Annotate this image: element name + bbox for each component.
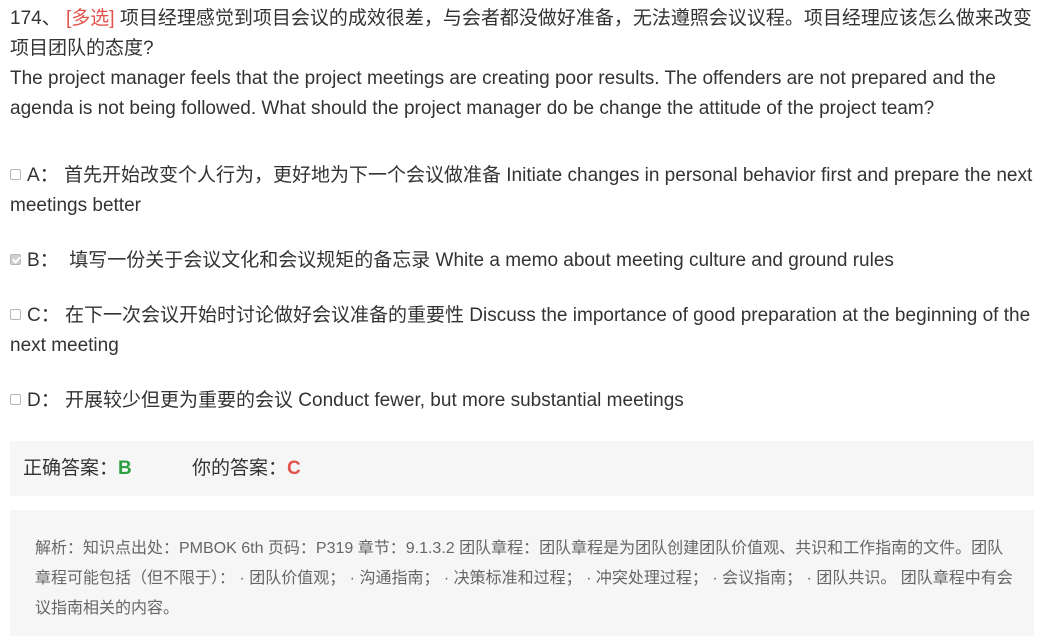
option-b-letter: B： (27, 250, 59, 271)
correct-answer: 正确答案：B (23, 456, 132, 482)
option-b-checkbox[interactable] (10, 254, 21, 265)
option-d-text: 开展较少但更为重要的会议 Conduct fewer, but more sub… (65, 390, 684, 411)
option-d[interactable]: D： 开展较少但更为重要的会议 Conduct fewer, but more … (10, 386, 1040, 416)
answer-summary: 正确答案：B 你的答案：C (10, 441, 1034, 496)
option-c-text: 在下一次会议开始时讨论做好会议准备的重要性 Discuss the import… (10, 305, 1031, 356)
your-answer: 你的答案：C (192, 456, 301, 482)
analysis-text: 解析：知识点出处：PMBOK 6th 页码：P319 章节：9.1.3.2 团队… (35, 540, 1013, 617)
option-a-text: 首先开始改变个人行为，更好地为下一个会议做准备 Initiate changes… (10, 165, 1033, 216)
analysis-panel: 解析：知识点出处：PMBOK 6th 页码：P319 章节：9.1.3.2 团队… (10, 510, 1034, 636)
option-a-letter: A： (27, 165, 59, 186)
question-number: 174、 (10, 8, 61, 29)
option-a-checkbox[interactable] (10, 169, 21, 180)
option-a[interactable]: A： 首先开始改变个人行为，更好地为下一个会议做准备 Initiate chan… (10, 161, 1040, 221)
correct-answer-value: B (118, 458, 132, 479)
correct-answer-label: 正确答案： (23, 458, 119, 479)
your-answer-value: C (287, 458, 301, 479)
option-b[interactable]: B： 填写一份关于会议文化和会议规矩的备忘录 White a memo abou… (10, 246, 1040, 276)
question-block: 174、 [多选] 项目经理感觉到项目会议的成效很差，与会者都没做好准备，无法遵… (10, 4, 1040, 124)
option-c-letter: C： (27, 305, 60, 326)
question-title-cn: 174、 [多选] 项目经理感觉到项目会议的成效很差，与会者都没做好准备，无法遵… (10, 4, 1040, 64)
question-type-tag: [多选] (65, 8, 115, 29)
question-text-cn: 项目经理感觉到项目会议的成效很差，与会者都没做好准备，无法遵照会议议程。项目经理… (10, 8, 1032, 59)
option-b-text: 填写一份关于会议文化和会议规矩的备忘录 White a memo about m… (69, 250, 894, 271)
question-text-en: The project manager feels that the proje… (10, 68, 996, 119)
options-list: A： 首先开始改变个人行为，更好地为下一个会议做准备 Initiate chan… (10, 161, 1040, 416)
your-answer-label: 你的答案： (192, 458, 288, 479)
option-d-letter: D： (27, 390, 60, 411)
option-d-checkbox[interactable] (10, 394, 21, 405)
option-c[interactable]: C： 在下一次会议开始时讨论做好会议准备的重要性 Discuss the imp… (10, 301, 1040, 361)
option-c-checkbox[interactable] (10, 309, 21, 320)
